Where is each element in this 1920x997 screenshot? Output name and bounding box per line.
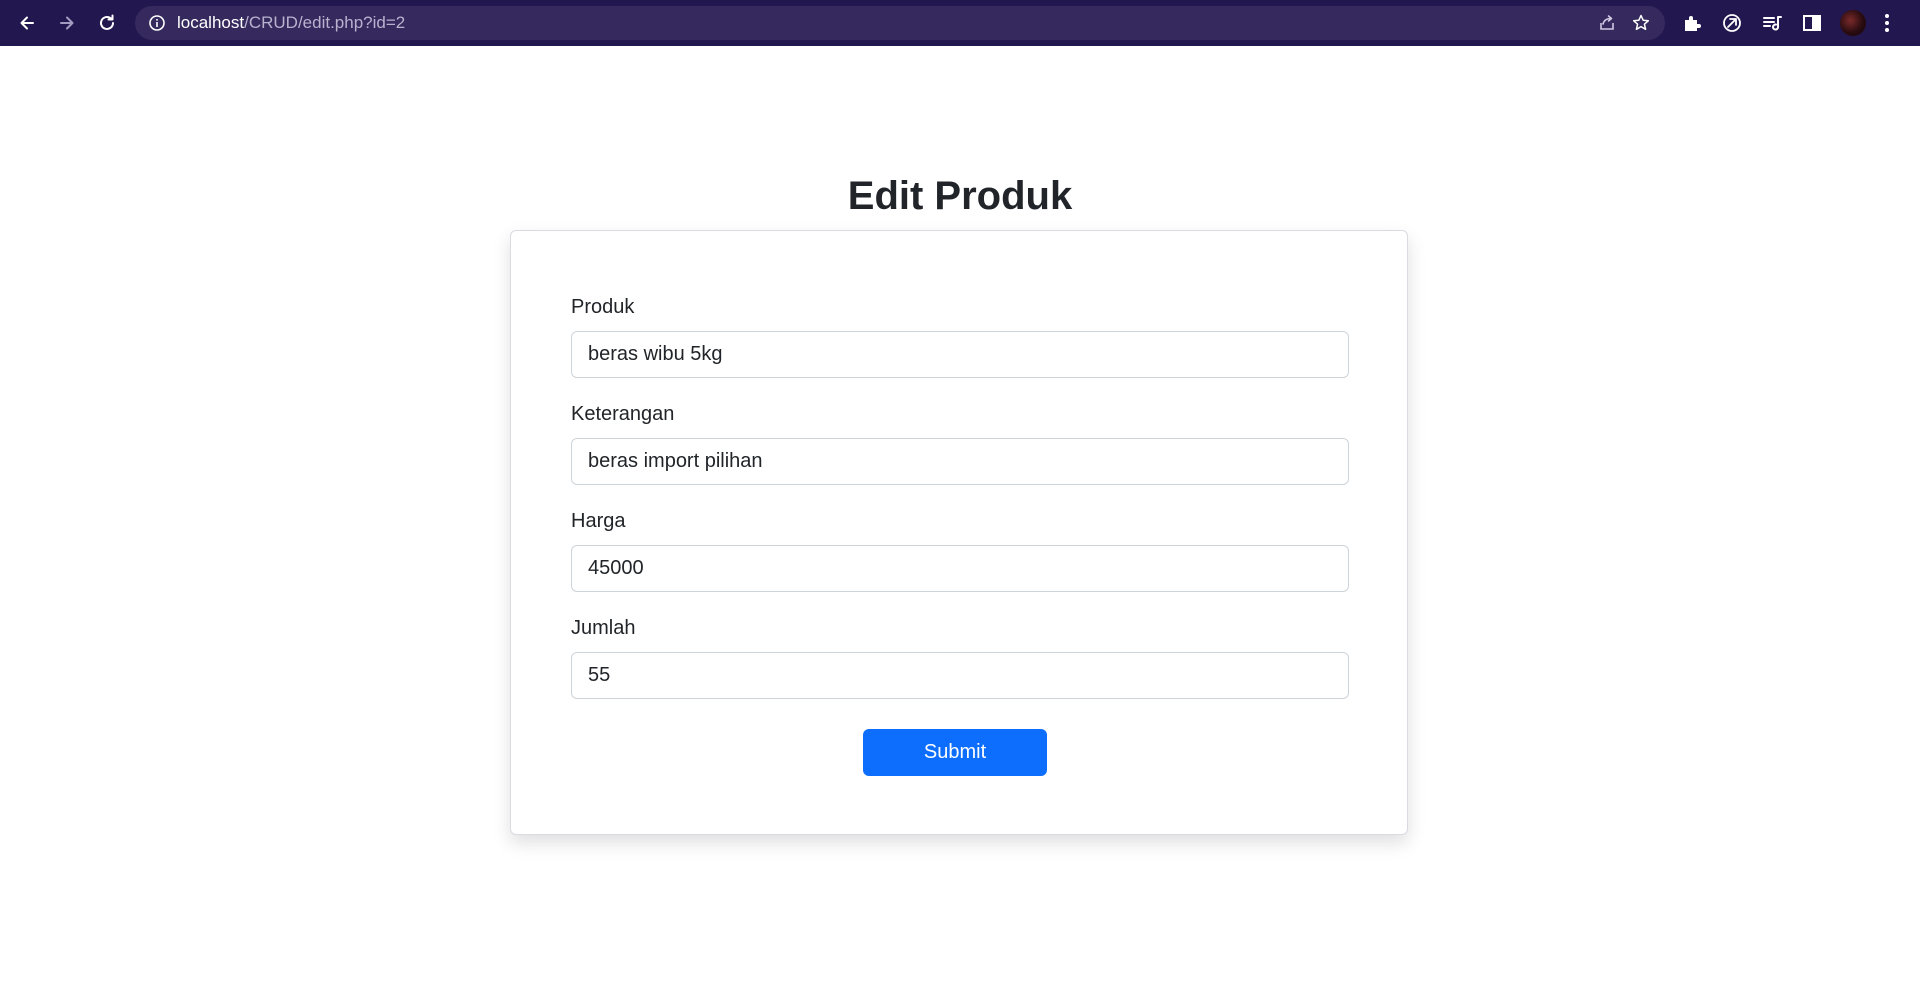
star-icon[interactable] <box>1631 13 1651 33</box>
address-bar[interactable]: localhost/CRUD/edit.php?id=2 <box>135 6 1665 40</box>
back-arrow-icon[interactable] <box>13 9 41 37</box>
info-icon[interactable] <box>148 14 166 32</box>
jumlah-label: Jumlah <box>571 617 636 639</box>
harga-label: Harga <box>571 510 626 532</box>
page-title: Edit Produk <box>847 174 1073 218</box>
browser-toolbar: localhost/CRUD/edit.php?id=2 <box>0 0 1920 46</box>
reading-list-icon[interactable] <box>1761 12 1783 34</box>
extensions-icon[interactable] <box>1681 12 1703 34</box>
url-path: /CRUD/edit.php?id=2 <box>244 13 406 32</box>
menu-icon[interactable] <box>1883 12 1891 34</box>
side-panel-icon[interactable] <box>1801 12 1823 34</box>
submit-button[interactable]: Submit <box>863 729 1047 776</box>
forward-arrow-icon[interactable] <box>53 9 81 37</box>
produk-label: Produk <box>571 296 635 318</box>
share-icon[interactable] <box>1597 13 1617 33</box>
url-host: localhost <box>177 13 245 32</box>
keterangan-input[interactable] <box>571 438 1349 485</box>
reload-icon[interactable] <box>93 9 121 37</box>
edit-form-card: Produk Keterangan Harga Jumlah Submit <box>510 230 1408 835</box>
url-text: localhost/CRUD/edit.php?id=2 <box>177 13 405 33</box>
extension-icon[interactable] <box>1721 12 1743 34</box>
keterangan-label: Keterangan <box>571 403 675 425</box>
profile-avatar[interactable] <box>1840 10 1866 36</box>
produk-input[interactable] <box>571 331 1349 378</box>
jumlah-input[interactable] <box>571 652 1349 699</box>
harga-input[interactable] <box>571 545 1349 592</box>
